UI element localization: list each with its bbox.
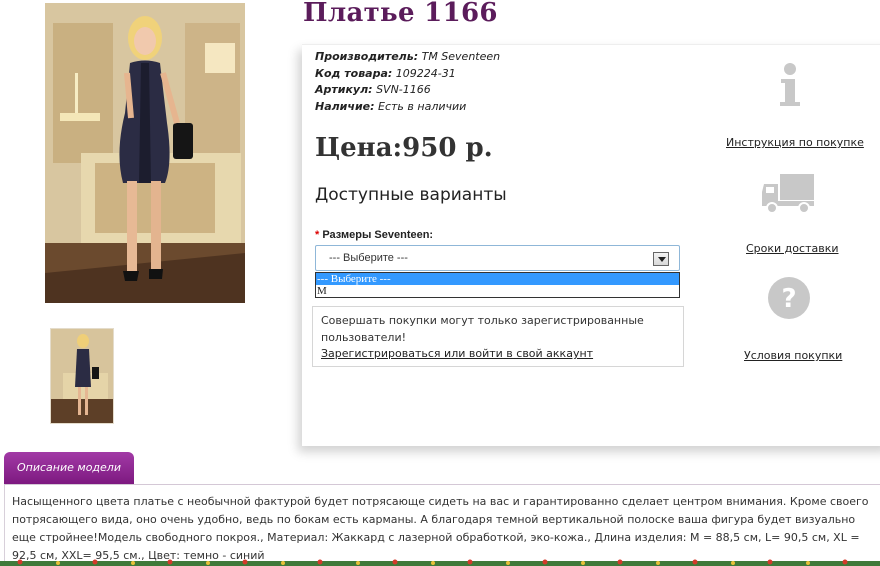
thumbnail-illustration (51, 329, 113, 423)
purchase-instruction-link[interactable]: Инструкция по покупке (726, 136, 864, 149)
spec-manufacturer: Производитель: TM Seventeen (315, 49, 500, 66)
required-mark: * (315, 229, 320, 241)
variants-heading: Доступные варианты (315, 185, 507, 205)
purchase-terms-link[interactable]: Условия покупки (744, 349, 842, 362)
spec-availability: Наличие: Есть в наличии (315, 99, 500, 116)
spec-article: Артикул: SVN-1166 (315, 82, 500, 99)
chevron-down-icon[interactable] (653, 252, 669, 266)
product-thumbnail[interactable] (50, 328, 114, 424)
question-icon: ? (760, 274, 820, 330)
truck-icon (760, 168, 820, 224)
spec-value: Есть в наличии (378, 99, 467, 113)
login-notice: Совершать покупки могут только зарегистр… (312, 306, 684, 367)
size-label-text: Размеры Seventeen: (322, 229, 434, 241)
delivery-terms-link[interactable]: Сроки доставки (746, 242, 839, 255)
size-label: * Размеры Seventeen: (315, 229, 433, 241)
svg-text:?: ? (781, 284, 796, 314)
product-specs: Производитель: TM Seventeen Код товара: … (315, 49, 500, 115)
notice-text: Совершать покупки могут только зарегистр… (321, 314, 644, 344)
spec-label: Код товара: (315, 66, 393, 80)
info-icon (760, 60, 820, 116)
product-main-photo[interactable] (45, 3, 245, 303)
spec-label: Наличие: (315, 99, 375, 113)
spec-label: Производитель: (315, 50, 419, 63)
tab-description[interactable]: Описание модели (4, 452, 134, 484)
size-select-value: --- Выберите --- (329, 252, 408, 264)
spec-value: SVN-1166 (376, 83, 431, 96)
holiday-garland-decoration (0, 559, 880, 566)
product-photo-illustration (45, 3, 245, 303)
size-option[interactable]: M (316, 285, 679, 297)
product-price: Цена:950 р. (315, 133, 493, 163)
product-description: Насыщенного цвета платье с необычной фак… (12, 495, 869, 562)
page-title: Платье 1166 (303, 0, 498, 28)
spec-value: 109224-31 (395, 66, 456, 80)
spec-product-code: Код товара: 109224-31 (315, 66, 500, 83)
size-select[interactable]: --- Выберите --- (315, 245, 680, 271)
size-option[interactable]: --- Выберите --- (316, 273, 679, 285)
register-login-link[interactable]: Зарегистрироваться или войти в свой акка… (321, 347, 593, 360)
spec-value: TM Seventeen (421, 50, 501, 63)
size-dropdown-list[interactable]: --- Выберите --- M (315, 272, 680, 298)
spec-label: Артикул: (315, 83, 373, 96)
